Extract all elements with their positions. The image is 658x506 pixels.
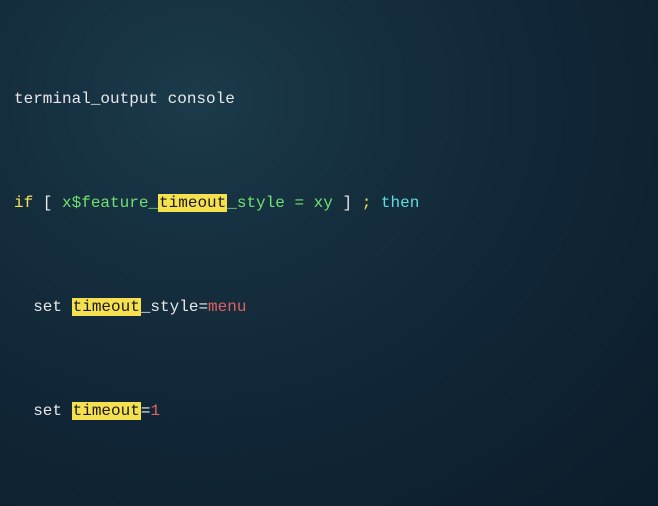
text: [ (33, 194, 62, 212)
text: x$feature_ (62, 194, 158, 212)
text: ] (333, 194, 362, 212)
text: _style= (141, 298, 208, 316)
value: 1 (150, 402, 160, 420)
text: set (14, 402, 72, 420)
code-line: terminal_output console (14, 86, 644, 112)
search-highlight: timeout (72, 402, 141, 420)
text: set (14, 298, 72, 316)
code-line: if [ x$feature_timeout_style = xy ] ; th… (14, 190, 644, 216)
search-highlight: timeout (158, 194, 227, 212)
terminal-editor[interactable]: terminal_output console if [ x$feature_t… (0, 0, 658, 506)
text: ; (362, 194, 372, 212)
text: _style = xy (227, 194, 333, 212)
text: = (141, 402, 151, 420)
text: terminal_output console (14, 90, 235, 108)
value: menu (208, 298, 246, 316)
code-line: set timeout_style=menu (14, 294, 644, 320)
keyword-if: if (14, 194, 33, 212)
code-line: set timeout=1 (14, 398, 644, 424)
comment-line: # Fallback normal timeout code in case t… (14, 502, 644, 506)
search-highlight: timeout (72, 298, 141, 316)
keyword-then: then (371, 194, 419, 212)
